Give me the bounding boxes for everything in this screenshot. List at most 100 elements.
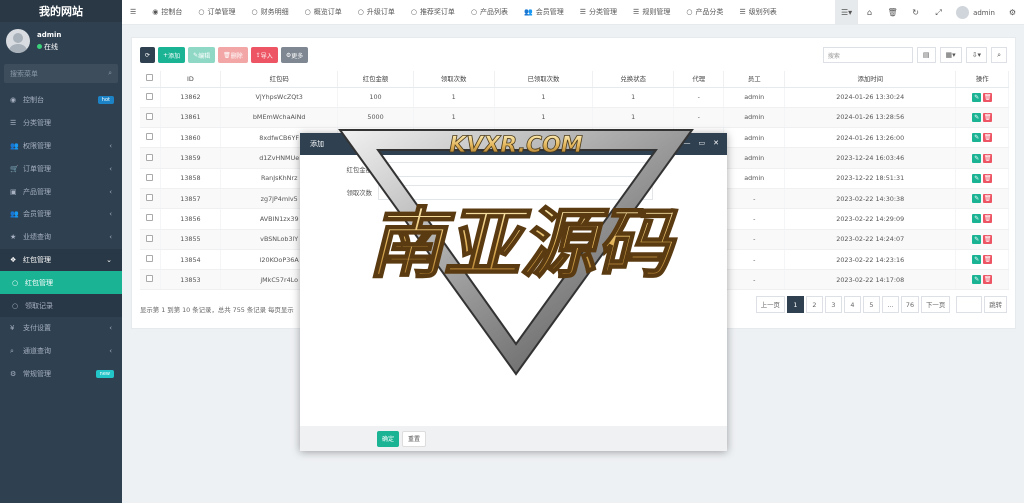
hamburger-icon[interactable]: ☰: [122, 0, 144, 25]
export-icon[interactable]: ⇩▾: [965, 47, 988, 63]
menu-search-input[interactable]: 搜索菜单 ⌕: [4, 64, 118, 83]
topnav-tab[interactable]: ○ 财务明细: [244, 0, 297, 25]
edit-button[interactable]: ✎ 编辑: [188, 47, 216, 63]
home-icon[interactable]: ⌂: [858, 0, 881, 25]
search-icon[interactable]: ⌕: [991, 47, 1007, 63]
edit-icon[interactable]: ✎: [972, 194, 982, 204]
import-button[interactable]: ⇪ 导入: [250, 47, 278, 63]
edit-icon[interactable]: ✎: [972, 173, 982, 183]
sidebar-item[interactable]: 👥 权限管理 ‹: [0, 135, 122, 158]
sidebar-item[interactable]: ◉ 控制台 hot: [0, 89, 122, 112]
top-user[interactable]: admin: [950, 6, 1001, 19]
page-button[interactable]: 1: [786, 296, 804, 313]
edit-icon[interactable]: ✎: [972, 133, 982, 143]
edit-icon[interactable]: ✎: [972, 275, 982, 285]
sidebar-item[interactable]: ¥ 支付设置 ‹: [0, 317, 122, 340]
page-button[interactable]: ...: [881, 296, 899, 313]
select-all-checkbox[interactable]: [146, 74, 154, 82]
topnav-tab[interactable]: ○ 产品分类: [678, 0, 731, 25]
row-checkbox[interactable]: [146, 275, 154, 283]
reset-button[interactable]: 重置: [402, 430, 427, 447]
delete-icon[interactable]: 🗑: [983, 214, 993, 224]
page-button[interactable]: 上一页: [755, 296, 785, 313]
column-header[interactable]: 代理: [673, 71, 725, 88]
topnav-tab[interactable]: ○ 推荐奖订单: [403, 0, 463, 25]
column-header[interactable]: 操作: [955, 71, 1009, 88]
row-checkbox[interactable]: [146, 112, 154, 120]
row-checkbox[interactable]: [146, 133, 154, 141]
table-view-icon[interactable]: ▤: [916, 47, 936, 63]
edit-icon[interactable]: ✎: [972, 234, 982, 244]
sidebar-item[interactable]: ⌕ 通道查询 ‹: [0, 340, 122, 363]
topnav-tab[interactable]: ○ 产品列表: [463, 0, 516, 25]
page-button[interactable]: 4: [843, 296, 861, 313]
column-header[interactable]: 红包码: [220, 71, 339, 88]
topnav-tab[interactable]: 👥 会员管理: [516, 0, 572, 25]
edit-icon[interactable]: ✎: [972, 153, 982, 163]
delete-icon[interactable]: 🗑: [983, 92, 993, 102]
page-button[interactable]: 下一页: [921, 296, 951, 313]
sidebar-item[interactable]: ○ 领取记录: [0, 294, 122, 317]
table-row[interactable]: 13861 bMEmWchaAiNd 5000 1 1 1- admin 2024-01-26…: [140, 107, 1009, 129]
maximize-icon[interactable]: ▭: [699, 139, 706, 147]
minimize-icon[interactable]: —: [684, 139, 691, 147]
column-header[interactable]: 已领取次数: [494, 71, 594, 88]
confirm-button[interactable]: 确定: [377, 430, 400, 447]
page-button[interactable]: 2: [805, 296, 823, 313]
sidebar-item[interactable]: ○ 红包管理: [0, 271, 122, 295]
refresh-button[interactable]: ⟳: [140, 47, 156, 63]
row-checkbox[interactable]: [146, 173, 154, 181]
edit-icon[interactable]: ✎: [972, 112, 982, 122]
delete-icon[interactable]: 🗑: [983, 194, 993, 204]
sidebar-item[interactable]: ▣ 产品管理 ‹: [0, 180, 122, 203]
gear-icon[interactable]: ⚙: [1001, 0, 1024, 25]
topnav-tab[interactable]: ☰ 规则管理: [625, 0, 678, 25]
menu-toggle-icon[interactable]: ☰▾: [835, 0, 859, 25]
topnav-tab[interactable]: ○ 概览订单: [297, 0, 350, 25]
delete-button[interactable]: 🗑 删除: [218, 47, 248, 63]
page-jump-input[interactable]: [956, 296, 983, 313]
row-checkbox[interactable]: [146, 92, 154, 100]
amount-field[interactable]: [378, 162, 653, 177]
edit-icon[interactable]: ✎: [972, 92, 982, 102]
delete-icon[interactable]: 🗑: [983, 173, 993, 183]
topnav-tab[interactable]: ☰ 级别列表: [731, 0, 784, 25]
column-header[interactable]: 领取次数: [413, 71, 495, 88]
more-button[interactable]: ⚙ 更多: [280, 47, 309, 63]
row-checkbox[interactable]: [146, 214, 154, 222]
row-checkbox[interactable]: [146, 255, 154, 263]
sidebar-item[interactable]: ☰ 分类管理: [0, 112, 122, 135]
fullscreen-icon[interactable]: ⤢: [927, 0, 950, 25]
delete-icon[interactable]: 🗑: [983, 153, 993, 163]
search-input[interactable]: 搜索: [822, 47, 913, 63]
delete-icon[interactable]: 🗑: [983, 133, 993, 143]
sidebar-item[interactable]: 👥 会员管理 ‹: [0, 203, 122, 226]
page-button[interactable]: 76: [900, 296, 920, 313]
delete-icon[interactable]: 🗑: [983, 234, 993, 244]
edit-icon[interactable]: ✎: [972, 255, 982, 265]
column-header[interactable]: 添加时间: [784, 71, 957, 88]
refresh-icon[interactable]: ↻: [904, 0, 927, 25]
add-button[interactable]: + 添加: [158, 47, 186, 63]
topnav-tab[interactable]: ◉ 控制台: [144, 0, 190, 25]
sidebar-item[interactable]: 🛒 订单管理 ‹: [0, 157, 122, 180]
count-field[interactable]: [378, 185, 653, 200]
delete-icon[interactable]: 🗑: [983, 255, 993, 265]
table-row[interactable]: 13862 VjYhpsWcZQt3 100 1 1 1- admin 2024-01-26 …: [140, 87, 1009, 108]
trash-icon[interactable]: 🗑: [881, 0, 904, 25]
row-checkbox[interactable]: [146, 234, 154, 242]
edit-icon[interactable]: ✎: [972, 214, 982, 224]
topnav-tab[interactable]: ☰ 分类管理: [572, 0, 625, 25]
delete-icon[interactable]: 🗑: [983, 112, 993, 122]
sidebar-item[interactable]: ★ 业绩查询 ‹: [0, 226, 122, 249]
page-button[interactable]: 3: [824, 296, 842, 313]
column-header[interactable]: 红包金额: [337, 71, 414, 88]
column-header[interactable]: ID: [160, 71, 222, 88]
page-button[interactable]: 5: [862, 296, 880, 313]
page-jump-button[interactable]: 跳转: [984, 296, 1007, 313]
sidebar-item[interactable]: ❖ 红包管理 ⌄: [0, 248, 122, 272]
delete-icon[interactable]: 🗑: [983, 275, 993, 285]
columns-icon[interactable]: ▦▾: [939, 47, 962, 63]
close-icon[interactable]: ✕: [713, 139, 719, 147]
topnav-tab[interactable]: ○ 订单管理: [190, 0, 243, 25]
